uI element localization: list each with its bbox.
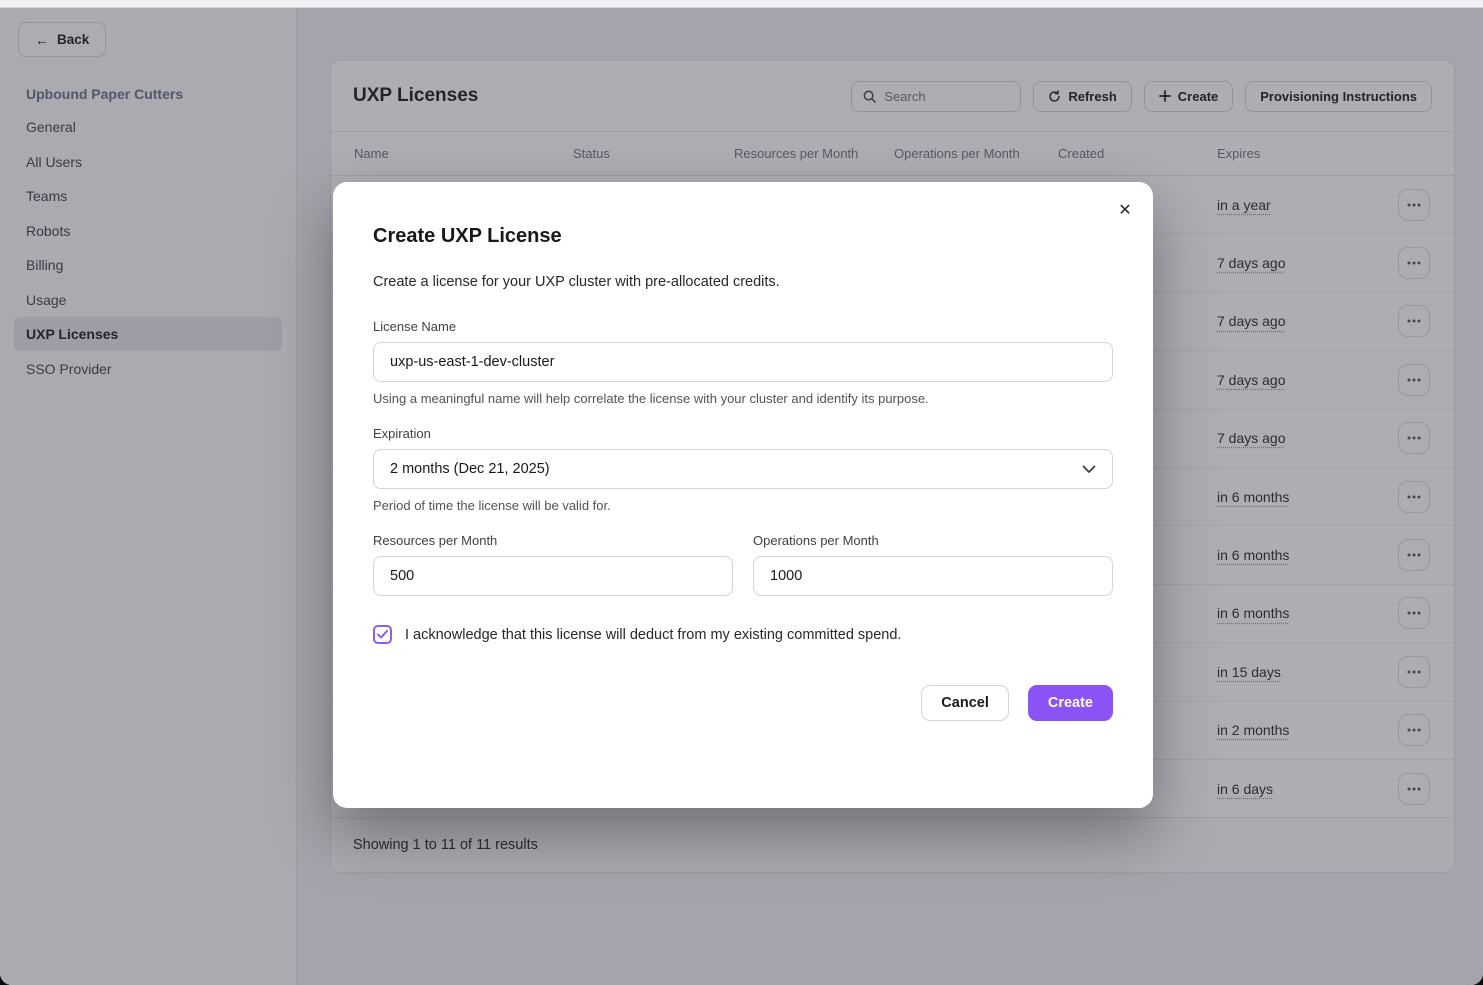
window-top-strip [0, 0, 1483, 8]
cancel-button[interactable]: Cancel [921, 685, 1009, 721]
chevron-down-icon [1082, 465, 1096, 474]
acknowledge-checkbox[interactable] [373, 625, 392, 644]
app-window: ← Back Upbound Paper Cutters General All… [0, 0, 1483, 985]
operations-group: Operations per Month [753, 533, 1113, 596]
resources-label: Resources per Month [373, 533, 733, 548]
modal-title: Create UXP License [373, 182, 1113, 248]
operations-label: Operations per Month [753, 533, 1113, 548]
acknowledge-label: I acknowledge that this license will ded… [405, 627, 901, 643]
expiration-helper: Period of time the license will be valid… [373, 498, 1113, 513]
limits-row: Resources per Month Operations per Month [373, 533, 1113, 596]
acknowledge-row: I acknowledge that this license will ded… [373, 625, 1113, 644]
create-license-modal: ✕ Create UXP License Create a license fo… [333, 182, 1153, 808]
expiration-selected-value: 2 months (Dec 21, 2025) [390, 461, 550, 477]
expiration-select[interactable]: 2 months (Dec 21, 2025) [373, 449, 1113, 489]
checkmark-icon [377, 630, 388, 639]
resources-group: Resources per Month [373, 533, 733, 596]
operations-field[interactable] [753, 556, 1113, 596]
resources-field[interactable] [373, 556, 733, 596]
modal-create-button[interactable]: Create [1028, 685, 1113, 721]
modal-description: Create a license for your UXP cluster wi… [373, 274, 1113, 290]
license-name-label: License Name [373, 319, 1113, 334]
license-name-helper: Using a meaningful name will help correl… [373, 391, 1113, 406]
close-icon[interactable]: ✕ [1110, 195, 1140, 225]
modal-actions: Cancel Create [373, 685, 1113, 721]
license-name-field[interactable] [373, 342, 1113, 382]
expiration-label: Expiration [373, 426, 1113, 441]
